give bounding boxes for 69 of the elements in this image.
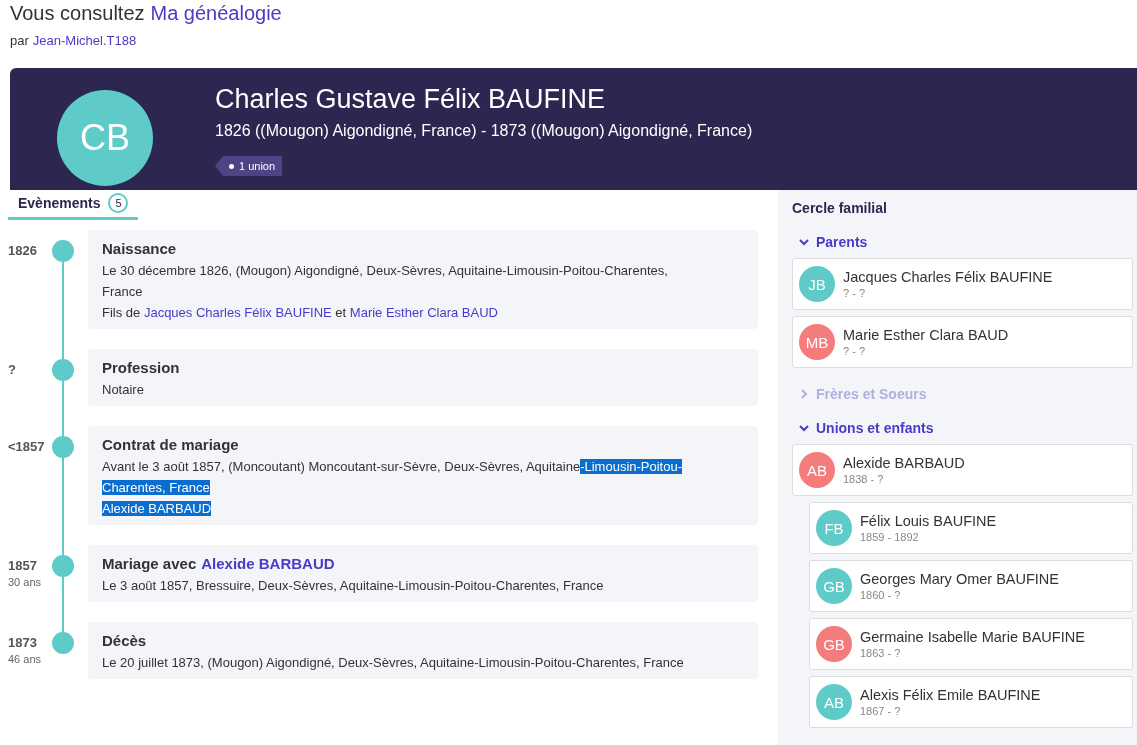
by-label: par xyxy=(10,33,29,48)
person-name: Marie Esther Clara BAUD xyxy=(843,327,1009,343)
avatar: JB xyxy=(799,266,835,302)
person-dates: 1863 - ? xyxy=(860,647,902,659)
person-dates: 1826 ((Mougon) Aigondigné, France) - 1873 ((Mougon) Aigondigné, France) xyxy=(215,122,753,140)
timeline-dot xyxy=(52,632,74,654)
timeline-dot xyxy=(52,555,74,577)
person-card[interactable]: GB Germaine Isabelle Marie BAUFINE 1863 - ? xyxy=(809,618,1133,670)
avatar: AB xyxy=(799,452,835,488)
person-name: Alexide BARBAUD xyxy=(843,455,965,471)
person-card[interactable]: FB Félix Louis BAUFINE 1859 - 1892 xyxy=(809,502,1133,554)
panel-title: Cercle familial xyxy=(792,200,888,216)
event-description: Fils de Jacques Charles Félix BAUFINE et Marie Esther Clara BAUD xyxy=(102,304,499,322)
person-dates: 1867 - ? xyxy=(860,705,902,717)
person-dates: 1838 - ? xyxy=(843,473,885,485)
section-toggle[interactable]: Unions et enfants xyxy=(798,420,1137,436)
person-name: Germaine Isabelle Marie BAUFINE xyxy=(860,629,1085,645)
person-card[interactable]: AB Alexide BARBAUD 1838 - ? xyxy=(792,444,1133,496)
person-card[interactable]: JB Jacques Charles Félix BAUFINE ? - ? xyxy=(792,258,1133,310)
person-dates: ? - ? xyxy=(843,287,866,299)
person-name: Charles Gustave Félix BAUFINE xyxy=(215,83,606,116)
event-description: Notaire xyxy=(102,381,145,399)
chevron-icon xyxy=(798,422,810,434)
event-title: Mariage avec xyxy=(102,555,197,572)
person-name: Jacques Charles Félix BAUFINE xyxy=(843,269,1053,285)
union-badge: 1 union xyxy=(215,156,283,176)
event-description: Alexide BARBAUD xyxy=(102,500,213,518)
event-year: 1873 xyxy=(8,635,38,650)
person-name: Georges Mary Omer BAUFINE xyxy=(860,571,1059,587)
event-description: Le 3 août 1857, Bressuire, Deux-Sèvres, Aquitaine-Limousin-Poitou-Charentes, France xyxy=(102,577,605,595)
event-year: 1857 xyxy=(8,558,38,573)
person-card[interactable]: MB Marie Esther Clara BAUD ? - ? xyxy=(792,316,1133,368)
person-link[interactable]: Jacques Charles Félix BAUFINE xyxy=(143,305,332,320)
event-age: 46 ans xyxy=(8,653,43,665)
person-avatar: CB xyxy=(57,90,153,186)
avatar: AB xyxy=(816,684,852,720)
page-title: Vous consultez xyxy=(10,1,145,26)
event-description: Le 20 juillet 1873, (Mougon) Aigondigné, Deux-Sèvres, Aquitaine-Limousin-Poitou-Charentes, France xyxy=(102,654,685,672)
timeline-dot xyxy=(52,359,74,381)
person-name: Alexis Félix Emile BAUFINE xyxy=(860,687,1041,703)
person-dates: 1860 - ? xyxy=(860,589,902,601)
event-year: ? xyxy=(8,362,17,377)
person-card[interactable]: AB Alexis Félix Emile BAUFINE 1867 - ? xyxy=(809,676,1133,728)
timeline-dot xyxy=(52,240,74,262)
event-year: <1857 xyxy=(8,439,46,454)
event-title: Contrat de mariage xyxy=(102,436,239,453)
person-name: Félix Louis BAUFINE xyxy=(860,513,997,529)
chevron-icon xyxy=(798,236,810,248)
spouse-link[interactable]: Alexide BARBAUD xyxy=(201,555,335,572)
section-toggle[interactable]: Parents xyxy=(798,234,1137,250)
event-title: Décès xyxy=(102,632,147,649)
avatar: FB xyxy=(816,510,852,546)
chevron-icon xyxy=(798,388,810,400)
person-link[interactable]: Marie Esther Clara BAUD xyxy=(349,305,498,320)
timeline-dot xyxy=(52,436,74,458)
person-dates: 1859 - 1892 xyxy=(860,531,920,543)
avatar: GB xyxy=(816,626,852,662)
event-age: 30 ans xyxy=(8,576,43,588)
event-title: Naissance xyxy=(102,240,177,257)
events-tab[interactable]: Evènements 5 xyxy=(8,190,139,220)
event-title: Profession xyxy=(102,359,180,376)
tree-link[interactable]: Ma généalogie xyxy=(150,0,282,26)
count-badge: 5 xyxy=(108,193,129,213)
avatar: MB xyxy=(799,324,835,360)
person-dates: ? - ? xyxy=(843,345,866,357)
author-link[interactable]: Jean-Michel.T188 xyxy=(32,33,137,48)
avatar: GB xyxy=(816,568,852,604)
event-year: 1826 xyxy=(8,243,38,258)
person-card[interactable]: GB Georges Mary Omer BAUFINE 1860 - ? xyxy=(809,560,1133,612)
